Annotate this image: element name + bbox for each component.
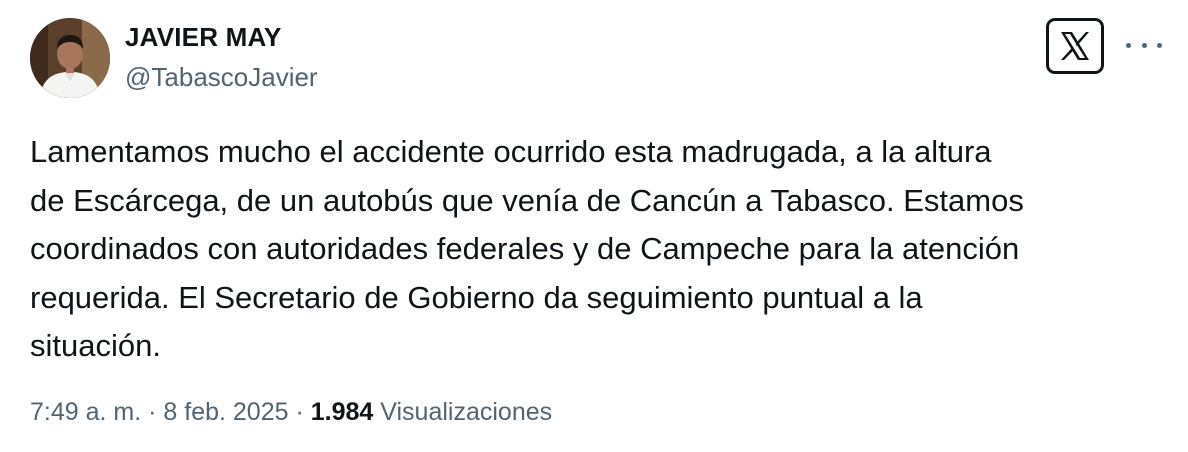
avatar-photo	[30, 18, 110, 98]
views-count[interactable]: 1.984	[311, 398, 374, 426]
more-dot	[1126, 42, 1131, 48]
x-logo-glyph	[1061, 32, 1089, 60]
tweet-time[interactable]: 7:49 a. m.	[30, 398, 141, 426]
author-name[interactable]: JAVIER MAY	[125, 22, 282, 53]
meta-separator: ·	[295, 398, 304, 426]
x-logo-icon[interactable]	[1046, 18, 1104, 74]
tweet-date[interactable]: 8 feb. 2025	[163, 398, 288, 426]
tweet-text: Lamentamos mucho el accidente ocurrido e…	[30, 134, 1024, 363]
views-label[interactable]: Visualizaciones	[380, 398, 552, 426]
tweet-metadata: 7:49 a. m. · 8 feb. 2025 · 1.984 Visuali…	[30, 398, 552, 427]
avatar[interactable]	[30, 18, 110, 98]
more-dot	[1157, 42, 1162, 48]
author-handle[interactable]: @TabascoJavier	[125, 62, 318, 93]
more-dot	[1141, 42, 1147, 48]
meta-separator: ·	[148, 398, 157, 426]
more-options-icon[interactable]	[1126, 30, 1162, 60]
tweet-card: JAVIER MAY @TabascoJavier Lamentamos muc…	[0, 0, 1188, 452]
